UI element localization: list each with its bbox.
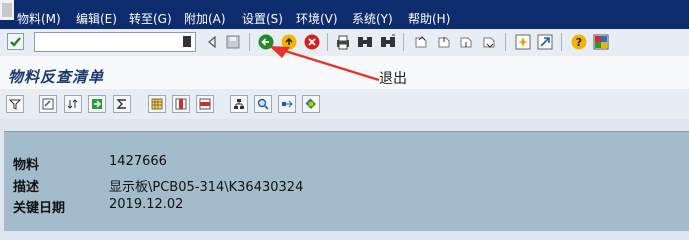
save-icon[interactable] [223,32,242,51]
material-detail-panel [4,131,689,231]
menu-extras[interactable]: 附加(A) [184,10,226,27]
toolbar-separator [403,33,404,51]
menu-help[interactable]: 帮助(H) [408,10,450,27]
key-date-value: 2019.12.02 [109,197,184,212]
menu-bar: 物料(M) 编辑(E) 转至(G) 附加(A) 设置(S) 环境(V) 系统(Y… [0,0,689,29]
help-icon[interactable]: ? [569,32,588,51]
menu-system[interactable]: 系统(Y) [352,10,393,27]
settings-icon[interactable] [302,95,320,113]
menu-material[interactable]: 物料(M) [17,10,61,27]
description-label: 描述 [13,180,40,195]
first-page-icon[interactable] [411,32,430,51]
command-field[interactable] [34,32,196,52]
hierarchy-icon[interactable] [230,95,248,113]
toolbar-separator [249,33,250,51]
expand-icon[interactable] [278,95,296,113]
create-session-icon[interactable] [513,32,532,51]
filter-icon[interactable] [6,95,24,113]
prev-page-icon[interactable] [434,32,453,51]
sum-icon[interactable] [113,95,131,113]
toolbar-separator [561,33,562,51]
select-layout-icon[interactable] [39,95,57,113]
next-page-icon[interactable] [456,32,475,51]
svg-text:?: ? [575,36,581,49]
menu-edit[interactable]: 编辑(E) [76,10,117,27]
dropdown-icon[interactable] [183,36,191,47]
sap-logo-icon [0,0,14,20]
page-title: 物料反查清单 [8,68,105,86]
menu-settings[interactable]: 设置(S) [242,10,283,27]
shortcut-icon[interactable] [535,32,554,51]
material-value: 1427666 [109,154,167,169]
zoom-icon[interactable] [254,95,272,113]
last-page-icon[interactable] [479,32,498,51]
toolbar-separator [505,33,506,51]
annotation-arrow [269,46,380,82]
row-icon[interactable] [196,95,214,113]
annotation-label: 退出 [379,71,407,87]
enter-check-icon[interactable] [6,32,25,51]
sort-icon[interactable] [64,95,82,113]
key-date-label: 关键日期 [13,201,66,216]
description-value: 显示板\PCB05-314\K36430324 [109,180,304,195]
table-icon[interactable] [148,95,166,113]
material-label: 物料 [13,158,40,173]
back-triangle-icon[interactable] [202,32,221,51]
menu-goto[interactable]: 转至(G) [129,10,172,27]
customize-layout-icon[interactable] [591,32,610,51]
column-icon[interactable] [172,95,190,113]
export-icon[interactable] [88,95,106,113]
menu-environment[interactable]: 环境(V) [296,10,338,27]
